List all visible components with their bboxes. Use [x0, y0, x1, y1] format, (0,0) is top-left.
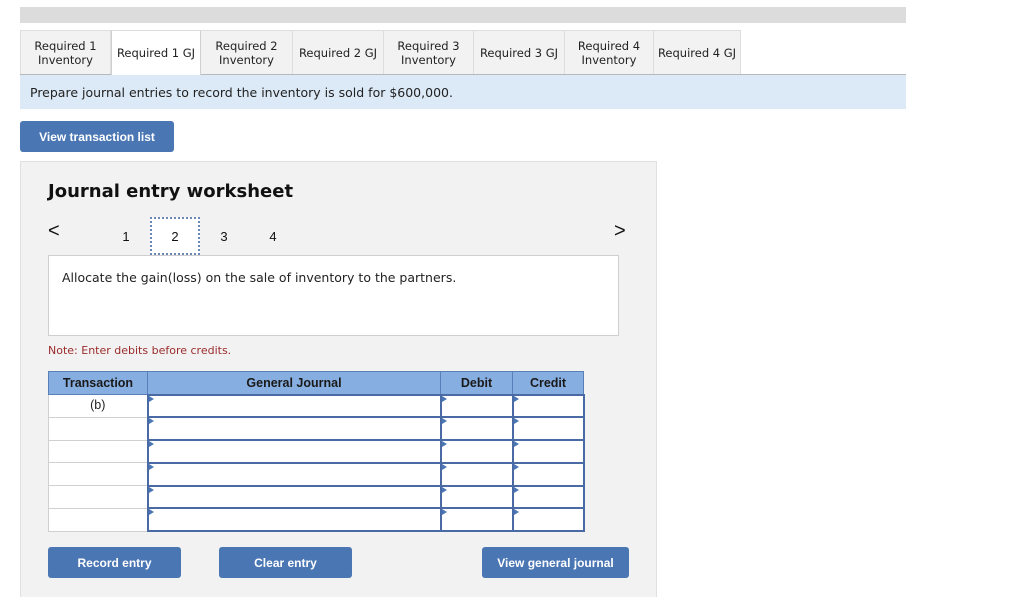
instruction-banner: Prepare journal entries to record the in… [20, 75, 906, 109]
tab-label: Required 1 Inventory [34, 38, 97, 67]
tab-required-1-inventory[interactable]: Required 1 Inventory [20, 30, 111, 74]
tab-required-4-gj[interactable]: Required 4 GJ [654, 30, 741, 74]
tab-label: Required 2 GJ [298, 45, 378, 60]
credit-input[interactable] [513, 509, 583, 531]
tab-label: Required 3 GJ [479, 45, 559, 60]
credit-input[interactable] [513, 418, 583, 440]
credit-cell[interactable] [511, 484, 585, 510]
credit-cell[interactable] [511, 393, 585, 419]
view-transaction-list-button[interactable]: View transaction list [20, 121, 174, 152]
header-general-journal: General Journal [147, 371, 441, 395]
account-input[interactable] [148, 441, 440, 462]
transaction-cell [48, 439, 148, 464]
debit-input[interactable] [441, 463, 512, 485]
instruction-text: Prepare journal entries to record the in… [30, 84, 453, 100]
view-general-journal-button[interactable]: View general journal [482, 547, 629, 578]
page-3[interactable]: 3 [199, 217, 249, 255]
transaction-cell [48, 485, 148, 509]
page-1[interactable]: 1 [101, 217, 151, 255]
credit-input[interactable] [513, 463, 583, 485]
table-row [48, 484, 585, 510]
tab-required-1-gj[interactable]: Required 1 GJ [111, 30, 201, 75]
account-input[interactable] [148, 486, 440, 508]
entry-description-box: Allocate the gain(loss) on the sale of i… [48, 255, 619, 336]
debit-input[interactable] [441, 395, 512, 417]
tab-required-2-gj[interactable]: Required 2 GJ [293, 30, 384, 74]
debit-cell[interactable] [439, 507, 514, 533]
credit-input[interactable] [513, 486, 583, 508]
tab-bar: Required 1 Inventory Required 1 GJ Requi… [20, 30, 906, 75]
header-debit: Debit [440, 371, 513, 395]
debit-input[interactable] [441, 418, 512, 440]
table-row [48, 461, 585, 487]
worksheet-pager: < 1 2 3 4 > [48, 215, 632, 255]
credit-input[interactable] [513, 395, 583, 417]
credit-input[interactable] [513, 441, 583, 462]
transaction-cell: (b) [48, 394, 148, 418]
account-input[interactable] [148, 509, 440, 531]
credit-cell[interactable] [511, 416, 585, 442]
tab-required-3-inventory[interactable]: Required 3 Inventory [384, 30, 474, 74]
credit-cell[interactable] [511, 461, 585, 487]
page-2[interactable]: 2 [150, 217, 200, 255]
account-cell[interactable] [146, 393, 442, 419]
tab-label: Required 2 Inventory [215, 38, 278, 67]
tab-label: Required 4 GJ [657, 45, 737, 60]
account-input[interactable] [148, 395, 440, 417]
account-cell[interactable] [146, 507, 442, 533]
debit-cell[interactable] [439, 484, 514, 510]
debit-cell[interactable] [439, 461, 514, 487]
account-cell[interactable] [146, 439, 442, 464]
record-entry-button[interactable]: Record entry [48, 547, 181, 578]
transaction-cell [48, 462, 148, 487]
tab-label: Required 3 Inventory [397, 38, 460, 67]
page-4[interactable]: 4 [248, 217, 298, 255]
entry-description: Allocate the gain(loss) on the sale of i… [62, 270, 457, 285]
journal-entry-worksheet: Journal entry worksheet < 1 2 3 4 > Allo… [20, 161, 657, 597]
chevron-left-icon[interactable]: < [48, 220, 60, 243]
account-input[interactable] [148, 463, 440, 485]
note-text: Note: Enter debits before credits. [48, 344, 232, 357]
transaction-cell [48, 507, 148, 532]
tab-required-2-inventory[interactable]: Required 2 Inventory [201, 30, 293, 74]
tab-required-4-inventory[interactable]: Required 4 Inventory [565, 30, 654, 74]
account-cell[interactable] [146, 416, 442, 442]
transaction-cell [48, 416, 148, 441]
table-row [48, 507, 585, 533]
debit-cell[interactable] [439, 416, 514, 442]
tab-label: Required 1 GJ [116, 46, 196, 60]
clear-entry-button[interactable]: Clear entry [219, 547, 352, 578]
table-row [48, 439, 585, 464]
tab-required-3-gj[interactable]: Required 3 GJ [474, 30, 565, 74]
debit-input[interactable] [441, 509, 512, 531]
debit-cell[interactable] [439, 439, 514, 464]
header-transaction: Transaction [48, 371, 148, 395]
account-input[interactable] [148, 418, 440, 440]
top-progress-bar [20, 7, 906, 23]
credit-cell[interactable] [511, 439, 585, 464]
tab-label: Required 4 Inventory [577, 38, 641, 67]
journal-table: Transaction General Journal Debit Credit… [48, 371, 585, 533]
debit-input[interactable] [441, 486, 512, 508]
table-row [48, 416, 585, 442]
debit-cell[interactable] [439, 393, 514, 419]
table-row: (b) [48, 393, 585, 419]
credit-cell[interactable] [511, 507, 585, 533]
account-cell[interactable] [146, 484, 442, 510]
account-cell[interactable] [146, 461, 442, 487]
worksheet-title: Journal entry worksheet [48, 181, 294, 202]
chevron-right-icon[interactable]: > [614, 220, 626, 243]
header-credit: Credit [512, 371, 584, 395]
debit-input[interactable] [441, 441, 512, 462]
